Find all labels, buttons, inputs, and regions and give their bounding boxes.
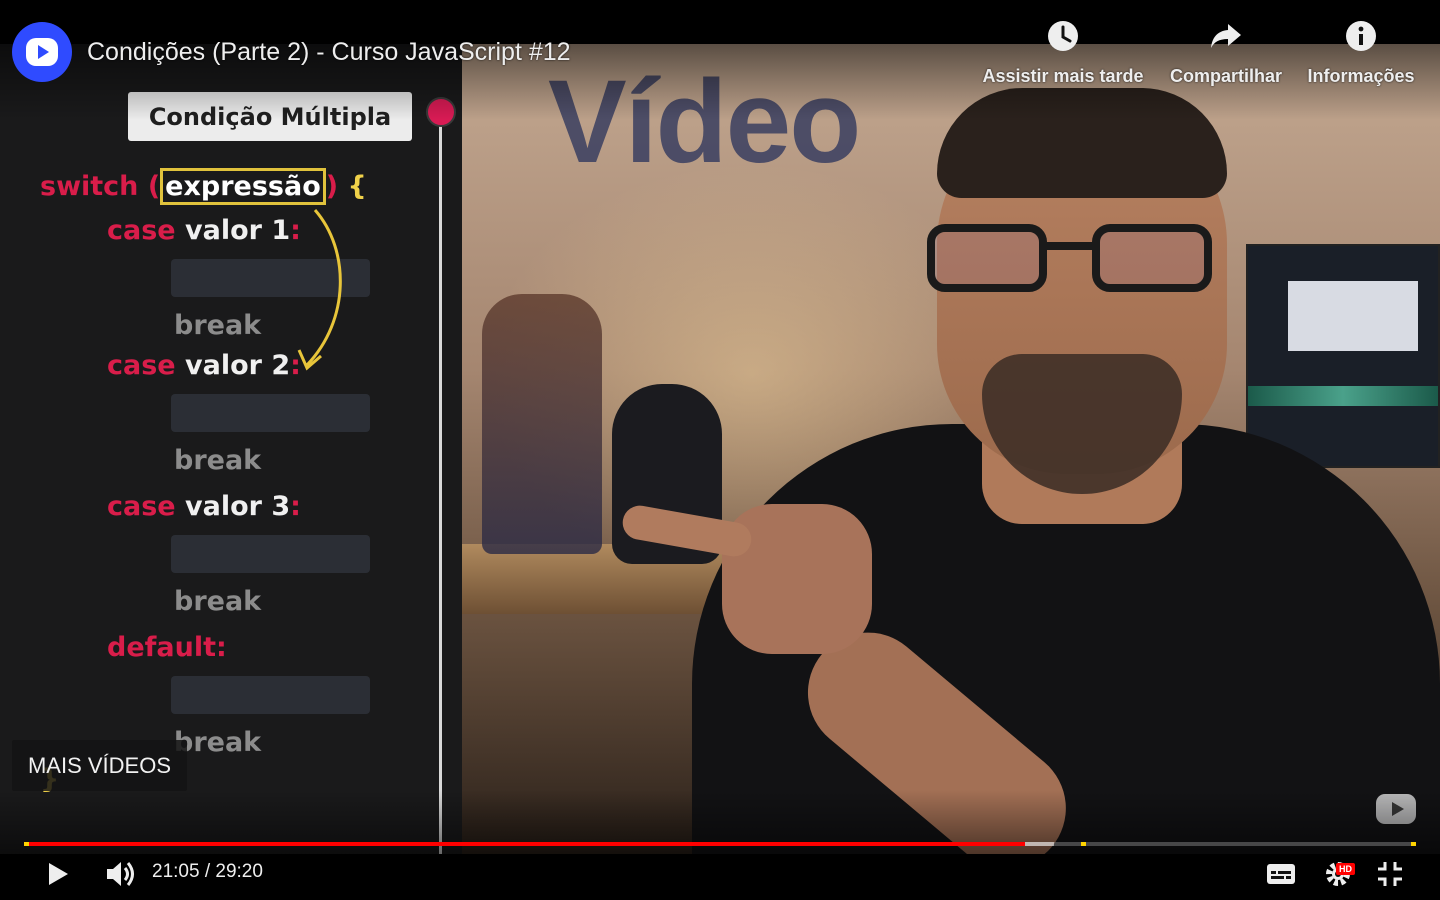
chapter-marker — [24, 842, 29, 846]
case-value: valor 3 — [185, 491, 291, 522]
info-button[interactable]: Informações — [1302, 18, 1420, 87]
case-value: valor 2 — [185, 350, 291, 381]
time-display: 21:05 / 29:20 — [152, 861, 263, 882]
info-label: Informações — [1307, 66, 1415, 86]
presenter-glasses — [927, 224, 1232, 294]
subtitles-icon — [1267, 864, 1295, 884]
break-keyword: break — [174, 727, 262, 758]
presenter-pointing-arm — [620, 474, 1091, 893]
code-placeholder-block — [171, 394, 370, 432]
subtitles-button[interactable] — [1262, 856, 1300, 892]
info-icon — [1343, 18, 1379, 54]
video-frame[interactable]: Vídeo Condição Múltipla — [0, 0, 1440, 900]
code-line-case-1: case valor 1: — [107, 215, 301, 246]
share-arrow-icon — [1208, 18, 1244, 54]
break-keyword: break — [174, 310, 262, 341]
video-player[interactable]: Vídeo Condição Múltipla — [0, 0, 1440, 900]
more-videos-button[interactable]: MAIS VÍDEOS — [12, 740, 187, 791]
progress-bar[interactable] — [24, 842, 1416, 846]
share-label: Compartilhar — [1169, 66, 1283, 86]
close-paren: ) — [325, 171, 339, 202]
case-keyword: case — [107, 215, 176, 246]
channel-logo-icon — [26, 38, 58, 66]
clock-icon — [1045, 18, 1081, 54]
robot-figure — [482, 294, 602, 554]
exit-fullscreen-icon — [1378, 862, 1402, 886]
break-keyword: break — [174, 445, 262, 476]
chapter-marker — [1081, 842, 1086, 846]
open-paren: ( — [147, 171, 161, 202]
channel-avatar[interactable] — [12, 22, 72, 82]
volume-button[interactable] — [100, 856, 140, 892]
code-placeholder-block — [171, 535, 370, 573]
share-button[interactable]: Compartilhar — [1166, 18, 1286, 87]
video-title[interactable]: Condições (Parte 2) - Curso JavaScript #… — [87, 38, 571, 67]
exit-fullscreen-button[interactable] — [1370, 856, 1410, 892]
case-colon: : — [290, 491, 301, 522]
code-line-break-1: break — [174, 310, 261, 341]
watch-later-button[interactable]: Assistir mais tarde — [978, 18, 1148, 87]
code-line-case-2: case valor 2: — [107, 350, 301, 381]
progress-played — [24, 842, 1025, 846]
code-line-break-3: break — [174, 586, 261, 617]
default-keyword: default: — [107, 632, 227, 663]
open-brace: { — [347, 171, 367, 202]
background-monitor — [1246, 244, 1440, 468]
chapter-marker — [1411, 842, 1416, 846]
switch-keyword: switch — [40, 171, 139, 202]
code-line-break-2: break — [174, 445, 261, 476]
case-keyword: case — [107, 350, 176, 381]
case-keyword: case — [107, 491, 176, 522]
watch-later-label: Assistir mais tarde — [982, 66, 1144, 86]
code-placeholder-block — [171, 676, 370, 714]
break-keyword: break — [174, 586, 262, 617]
curved-arrow-icon — [297, 209, 342, 371]
play-icon — [49, 863, 68, 885]
code-line-break-default: break — [174, 727, 261, 758]
video-scene: Vídeo — [462, 44, 1440, 893]
code-line-case-3: case valor 3: — [107, 491, 301, 522]
volume-icon — [107, 862, 134, 886]
case-value: valor 1 — [185, 215, 291, 246]
play-button[interactable] — [38, 856, 78, 892]
code-line-default: default: — [107, 632, 227, 663]
hd-badge: HD — [1336, 863, 1355, 875]
